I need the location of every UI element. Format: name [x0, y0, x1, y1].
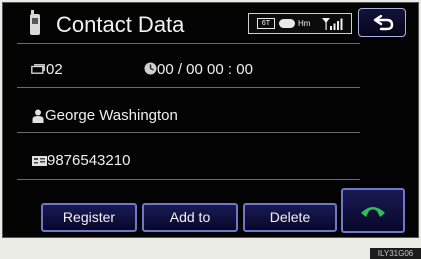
return-arrow-icon — [373, 15, 394, 31]
divider — [17, 132, 360, 133]
call-button[interactable] — [341, 188, 405, 233]
status-indicator-panel: 6T Hm — [248, 13, 352, 34]
add-to-button[interactable]: Add to — [142, 203, 238, 232]
register-button[interactable]: Register — [41, 203, 137, 232]
phone-badge: 6T — [257, 18, 275, 29]
mobile-phone-icon — [30, 10, 40, 35]
phone-handset-icon — [361, 207, 385, 217]
contact-name: George Washington — [45, 107, 178, 124]
divider — [17, 179, 360, 180]
delete-button[interactable]: Delete — [243, 203, 337, 232]
clock-icon — [144, 62, 157, 75]
divider — [17, 43, 360, 44]
page-title: Contact Data — [56, 12, 185, 37]
memory-index-icon — [31, 64, 45, 74]
contact-phone-number: 9876543210 — [47, 152, 131, 169]
signal-strength-icon — [322, 18, 343, 30]
contact-index: 02 — [46, 61, 63, 78]
bluetooth-icon — [279, 19, 295, 28]
phone-number-icon — [32, 156, 47, 166]
contact-data-screen: Contact Data 6T Hm 02 00 / 00 00 : 00 Ge… — [2, 2, 419, 238]
contact-datetime: 00 / 00 00 : 00 — [157, 61, 253, 78]
figure-code: ILY31G06 — [370, 248, 421, 259]
person-icon — [32, 109, 44, 123]
divider — [17, 87, 360, 88]
back-button[interactable] — [358, 8, 406, 37]
hands-free-label: Hm — [298, 19, 311, 28]
